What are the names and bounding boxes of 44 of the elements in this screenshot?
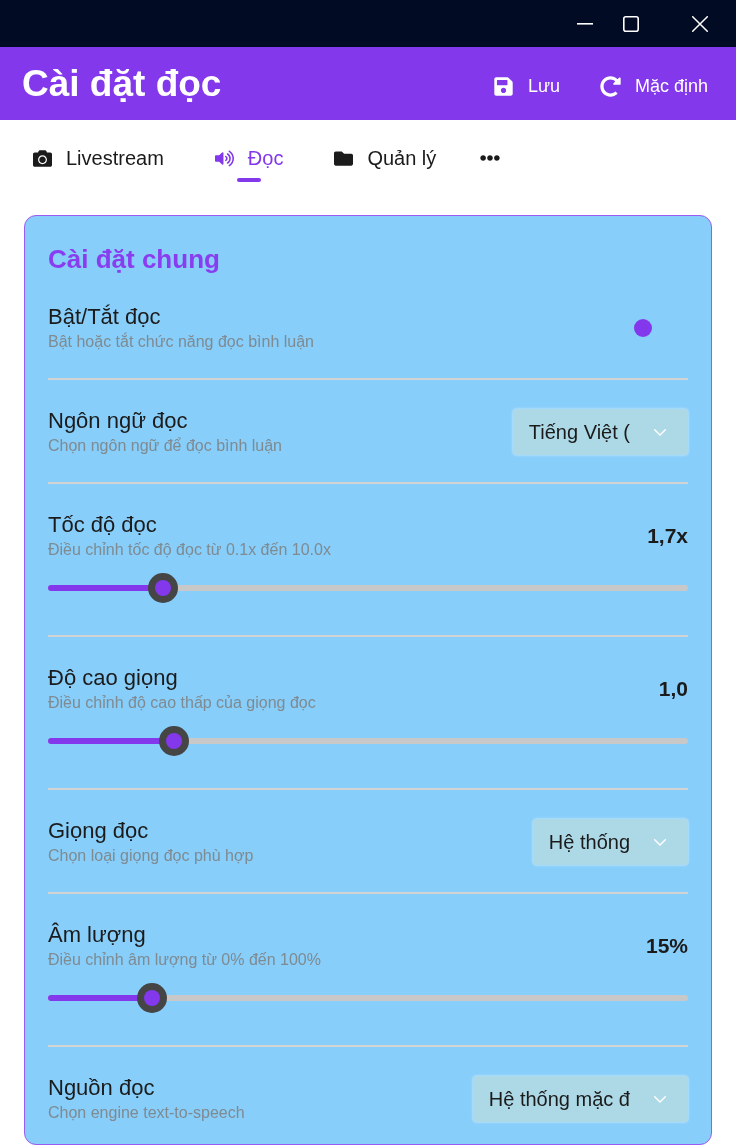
setting-label: Bật/Tắt đọc (48, 303, 162, 331)
maximize-icon (623, 15, 639, 32)
page-title: Cài đặt đọc (22, 61, 222, 106)
setting-description: Chọn engine text-to-speech (48, 1103, 245, 1123)
setting-description: Điều chỉnh âm lượng từ 0% đến 100% (48, 950, 321, 970)
slider[interactable] (48, 573, 688, 603)
camera-icon (33, 148, 52, 168)
tab[interactable]: Đọc (214, 144, 284, 182)
header-button[interactable]: Mặc định (599, 73, 708, 100)
setting-description: Điều chỉnh tốc độ đọc từ 0.1x đến 10.0x (48, 540, 331, 560)
folder-icon (334, 148, 354, 168)
chevron-down-icon (654, 1095, 666, 1103)
close-icon (692, 15, 708, 32)
minimize-icon (577, 22, 593, 25)
slider-value: 1,0 (658, 676, 688, 703)
tab[interactable]: Quản lý (334, 144, 437, 172)
chevron-down-icon (654, 838, 666, 846)
slider-value: 15% (645, 933, 688, 960)
setting-label: Nguồn đọc (48, 1074, 156, 1102)
setting-label: Âm lượng (48, 921, 147, 949)
slider-thumb[interactable] (148, 573, 179, 603)
header-button[interactable]: Lưu (492, 73, 560, 100)
chevron-down-icon (654, 428, 666, 436)
setting-description: Điều chỉnh độ cao thấp của giọng đọc (48, 693, 316, 713)
slider-thumb[interactable] (136, 983, 167, 1013)
slider[interactable] (48, 983, 688, 1013)
setting-label: Độ cao giọng (48, 664, 179, 692)
slider-thumb[interactable] (159, 726, 190, 756)
select-dropdown[interactable]: Tiếng Việt ( (512, 409, 688, 455)
speaker-icon (214, 148, 234, 168)
tab[interactable]: Livestream (33, 144, 164, 172)
setting-label: Tốc độ đọc (48, 511, 158, 539)
slider[interactable] (48, 726, 688, 756)
setting-description: Chọn loại giọng đọc phù hợp (48, 846, 254, 866)
setting-label: Giọng đọc (48, 817, 150, 845)
toggle-switch[interactable] (634, 319, 652, 337)
setting-description: Bật hoặc tắt chức năng đọc bình luận (48, 331, 314, 352)
circular-arrow-icon (599, 76, 621, 97)
select-dropdown[interactable]: Hệ thống mặc đ (472, 1076, 688, 1122)
setting-description: Chọn ngôn ngữ để đọc bình luận (48, 436, 282, 456)
slider-value: 1,7x (647, 523, 688, 550)
section-title: Cài đặt chung (48, 243, 221, 276)
setting-label: Ngôn ngữ đọc (48, 407, 189, 435)
select-dropdown[interactable]: Hệ thống (532, 819, 688, 865)
